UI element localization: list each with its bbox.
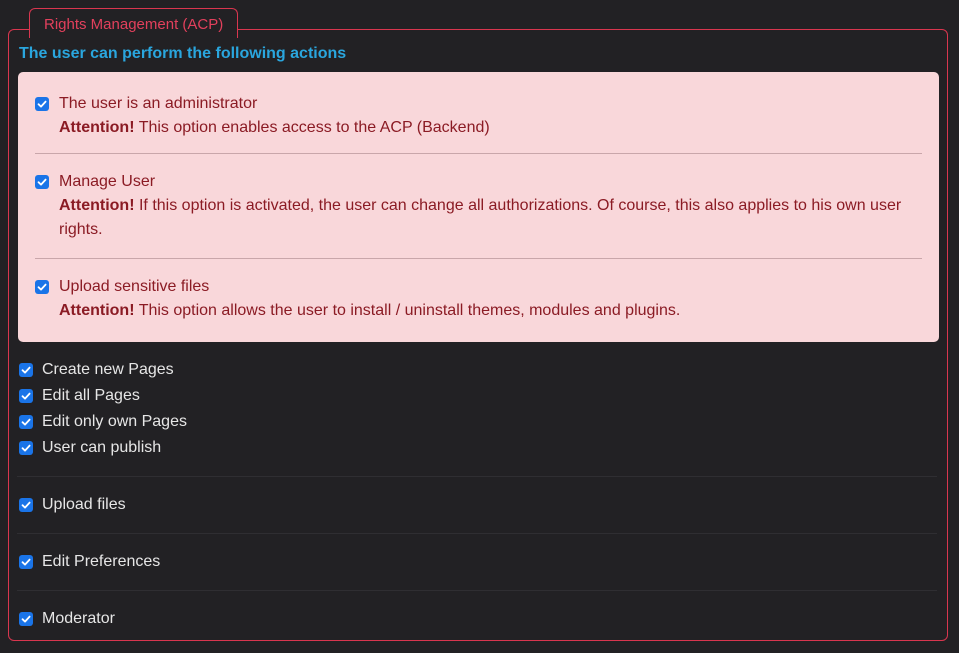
upload-sensitive-checkbox[interactable] — [35, 280, 49, 294]
moderator-checkbox[interactable] — [19, 612, 33, 626]
create-pages-label: Create new Pages — [42, 361, 174, 378]
check-icon — [21, 444, 31, 452]
description-text: This option allows the user to install /… — [138, 302, 681, 319]
upload-files-label: Upload files — [42, 496, 126, 513]
user-can-publish-label: User can publish — [42, 439, 162, 456]
alert-item-upload-sensitive: Upload sensitive files Attention! This o… — [35, 275, 922, 323]
section-divider — [17, 533, 937, 534]
check-icon — [21, 558, 31, 566]
manage-user-label: Manage User — [59, 173, 156, 190]
edit-own-pages-checkbox[interactable] — [19, 415, 33, 429]
manage-user-description: Attention! If this option is activated, … — [59, 194, 922, 242]
section-divider — [17, 590, 937, 591]
check-icon — [37, 283, 47, 291]
alert-item-administrator: The user is an administrator Attention! … — [35, 92, 922, 140]
description-text: This option enables access to the ACP (B… — [138, 119, 490, 136]
create-pages-checkbox[interactable] — [19, 363, 33, 377]
description-text: If this option is activated, the user ca… — [59, 197, 902, 238]
administrator-checkbox[interactable] — [35, 97, 49, 111]
edit-all-pages-label: Edit all Pages — [42, 387, 140, 404]
edit-preferences-checkbox[interactable] — [19, 555, 33, 569]
check-icon — [37, 100, 47, 108]
check-icon — [37, 178, 47, 186]
edit-preferences-label: Edit Preferences — [42, 553, 161, 570]
fieldset-legend: Rights Management (ACP) — [29, 8, 239, 38]
attention-alert: The user is an administrator Attention! … — [18, 72, 939, 342]
rights-management-panel: Rights Management (ACP) The user can per… — [0, 0, 959, 653]
edit-all-pages-checkbox[interactable] — [19, 389, 33, 403]
alert-divider — [35, 258, 922, 259]
section-divider — [17, 476, 937, 477]
check-icon — [21, 615, 31, 623]
administrator-label: The user is an administrator — [59, 95, 258, 112]
section-heading: The user can perform the following actio… — [19, 45, 347, 62]
check-icon — [21, 392, 31, 400]
upload-sensitive-label: Upload sensitive files — [59, 278, 210, 295]
administrator-description: Attention! This option enables access to… — [59, 116, 922, 140]
check-icon — [21, 418, 31, 426]
check-icon — [21, 366, 31, 374]
upload-files-checkbox[interactable] — [19, 498, 33, 512]
check-icon — [21, 501, 31, 509]
manage-user-checkbox[interactable] — [35, 175, 49, 189]
edit-own-pages-label: Edit only own Pages — [42, 413, 187, 430]
attention-label: Attention! — [59, 119, 135, 136]
alert-item-manage-user: Manage User Attention! If this option is… — [35, 170, 922, 242]
upload-sensitive-description: Attention! This option allows the user t… — [59, 299, 922, 323]
user-can-publish-checkbox[interactable] — [19, 441, 33, 455]
moderator-label: Moderator — [42, 610, 115, 627]
alert-divider — [35, 153, 922, 154]
attention-label: Attention! — [59, 197, 135, 214]
attention-label: Attention! — [59, 302, 135, 319]
